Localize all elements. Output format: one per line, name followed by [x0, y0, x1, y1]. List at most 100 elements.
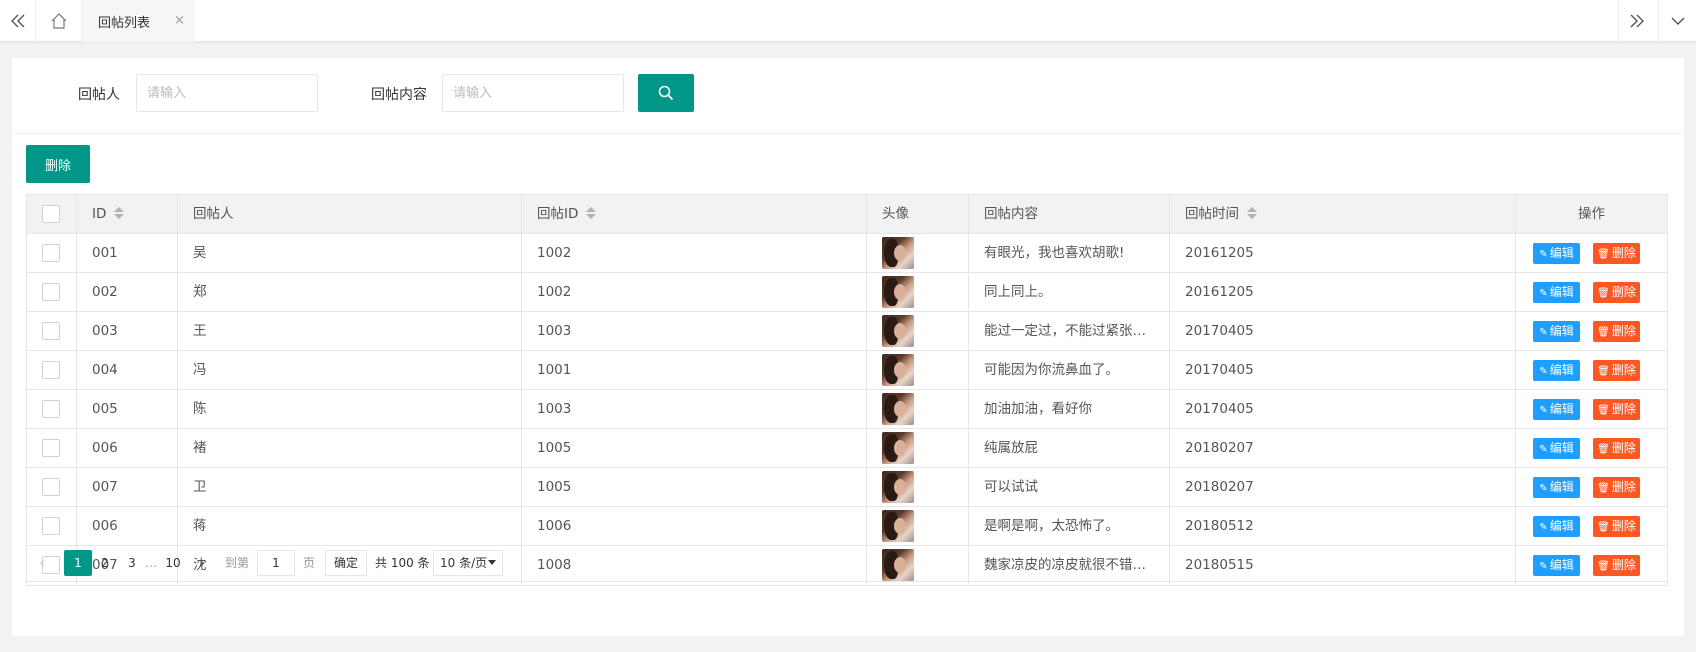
home-icon — [51, 13, 66, 29]
page-2[interactable]: 2 — [93, 550, 117, 576]
content-input[interactable] — [442, 74, 624, 112]
pencil-icon: ✎ — [1539, 249, 1548, 260]
reply-id-cell: 1005 — [522, 468, 867, 506]
trash-icon: 🗑 — [1597, 522, 1610, 533]
row-checkbox[interactable] — [42, 283, 60, 301]
id-cell: 007 — [77, 468, 178, 506]
page-size-select[interactable]: 10 条/页 — [433, 550, 503, 576]
reply-table: ID 回帖人 回帖ID 头像 回帖内容 回帖时间 操作 001 吴 1002 有眼光，… — [26, 194, 1668, 586]
table-row: 004 冯 1001 可能因为你流鼻血了。 20170405 ✎ 编辑 🗑 删除 — [27, 351, 1667, 390]
row-checkbox[interactable] — [42, 244, 60, 262]
select-cell — [27, 273, 77, 311]
edit-button[interactable]: ✎ 编辑 — [1533, 438, 1580, 459]
edit-button[interactable]: ✎ 编辑 — [1533, 399, 1580, 420]
delete-button[interactable]: 🗑 删除 — [1593, 399, 1640, 420]
scroll-tabs-left-button[interactable] — [0, 0, 36, 42]
batch-delete-button[interactable]: 删除 — [26, 145, 90, 183]
goto-page-input[interactable]: 1 — [257, 550, 295, 576]
header-avatar: 头像 — [867, 195, 969, 233]
edit-button[interactable]: ✎ 编辑 — [1533, 321, 1580, 342]
pagination: ‹ 1 2 3 … 10 › 到第 1 页 确定 共 100 条 10 条/页 — [26, 544, 1668, 582]
prev-page-icon[interactable]: ‹ — [39, 550, 59, 576]
avatar-cell — [867, 507, 969, 545]
avatar — [882, 354, 914, 386]
tab-menu-button[interactable] — [1658, 0, 1696, 42]
select-all-checkbox[interactable] — [42, 205, 60, 223]
avatar-cell — [867, 390, 969, 428]
edit-button[interactable]: ✎ 编辑 — [1533, 243, 1580, 264]
content-cell: 同上同上。 — [969, 273, 1170, 311]
table-row: 006 蒋 1006 是啊是啊，太恐怖了。 20180512 ✎ 编辑 🗑 删除 — [27, 507, 1667, 546]
header-actions: 操作 — [1578, 206, 1605, 222]
time-cell: 20170405 — [1170, 390, 1516, 428]
sort-icon[interactable] — [114, 206, 125, 220]
row-checkbox[interactable] — [42, 478, 60, 496]
pencil-icon: ✎ — [1539, 483, 1548, 494]
edit-button[interactable]: ✎ 编辑 — [1533, 282, 1580, 303]
header-time[interactable]: 回帖时间 — [1170, 195, 1516, 233]
scroll-tabs-right-button[interactable] — [1618, 0, 1654, 42]
row-checkbox[interactable] — [42, 361, 60, 379]
content-cell: 能过一定过，不能过紧张… — [969, 312, 1170, 350]
actions-cell: ✎ 编辑 🗑 删除 — [1516, 468, 1667, 506]
reply-id-cell: 1003 — [522, 390, 867, 428]
trash-icon: 🗑 — [1597, 444, 1610, 455]
poster-cell: 陈 — [178, 390, 522, 428]
actions-cell: ✎ 编辑 🗑 删除 — [1516, 234, 1667, 272]
delete-button[interactable]: 🗑 删除 — [1593, 516, 1640, 537]
header-id[interactable]: ID — [77, 195, 178, 233]
content-cell: 加油加油，看好你 — [969, 390, 1170, 428]
sort-icon[interactable] — [586, 206, 597, 220]
delete-button[interactable]: 🗑 删除 — [1593, 477, 1640, 498]
poster-cell: 蒋 — [178, 507, 522, 545]
delete-button[interactable]: 🗑 删除 — [1593, 321, 1640, 342]
header-reply-id[interactable]: 回帖ID — [522, 195, 867, 233]
sort-icon[interactable] — [1247, 206, 1257, 220]
table-body: 001 吴 1002 有眼光，我也喜欢胡歌! 20161205 ✎ 编辑 🗑 删除 002 郑 100… — [27, 234, 1667, 585]
header-select-cell — [27, 195, 77, 233]
goto-confirm-button[interactable]: 确定 — [325, 550, 367, 576]
trash-icon: 🗑 — [1597, 327, 1610, 338]
delete-button[interactable]: 🗑 删除 — [1593, 243, 1640, 264]
page-unit-label: 页 — [303, 556, 316, 570]
delete-button[interactable]: 🗑 删除 — [1593, 438, 1640, 459]
content-cell: 可以试试 — [969, 468, 1170, 506]
row-checkbox[interactable] — [42, 517, 60, 535]
pencil-icon: ✎ — [1539, 366, 1548, 377]
row-checkbox[interactable] — [42, 322, 60, 340]
id-cell: 002 — [77, 273, 178, 311]
pencil-icon: ✎ — [1539, 288, 1548, 299]
poster-input[interactable] — [136, 74, 318, 112]
next-page-icon[interactable]: › — [199, 550, 205, 576]
actions-cell: ✎ 编辑 🗑 删除 — [1516, 507, 1667, 545]
search-icon — [658, 85, 674, 101]
tab-close-icon[interactable]: × — [174, 13, 185, 28]
select-cell — [27, 468, 77, 506]
tab-label: 回帖列表 — [98, 15, 151, 31]
poster-cell: 卫 — [178, 468, 522, 506]
select-cell — [27, 429, 77, 467]
page-last[interactable]: 10 — [161, 550, 185, 576]
home-tab-button[interactable] — [36, 0, 82, 42]
delete-button[interactable]: 🗑 删除 — [1593, 282, 1640, 303]
edit-button[interactable]: ✎ 编辑 — [1533, 360, 1580, 381]
page-3[interactable]: 3 — [120, 550, 144, 576]
search-button[interactable] — [638, 74, 694, 112]
avatar-cell — [867, 429, 969, 467]
chevron-down-icon — [1671, 17, 1684, 25]
delete-button[interactable]: 🗑 删除 — [1593, 360, 1640, 381]
id-cell: 003 — [77, 312, 178, 350]
page-current[interactable]: 1 — [64, 550, 92, 576]
edit-button[interactable]: ✎ 编辑 — [1533, 516, 1580, 537]
row-checkbox[interactable] — [42, 439, 60, 457]
id-cell: 001 — [77, 234, 178, 272]
trash-icon: 🗑 — [1597, 483, 1610, 494]
table-row: 007 卫 1005 可以试试 20180207 ✎ 编辑 🗑 删除 — [27, 468, 1667, 507]
edit-button[interactable]: ✎ 编辑 — [1533, 477, 1580, 498]
tab-reply-list[interactable]: 回帖列表 × — [82, 0, 194, 42]
content-cell: 有眼光，我也喜欢胡歌! — [969, 234, 1170, 272]
avatar — [882, 393, 914, 425]
tab-bar: 回帖列表 × — [0, 0, 1696, 42]
content-label: 回帖内容 — [371, 87, 427, 103]
row-checkbox[interactable] — [42, 400, 60, 418]
